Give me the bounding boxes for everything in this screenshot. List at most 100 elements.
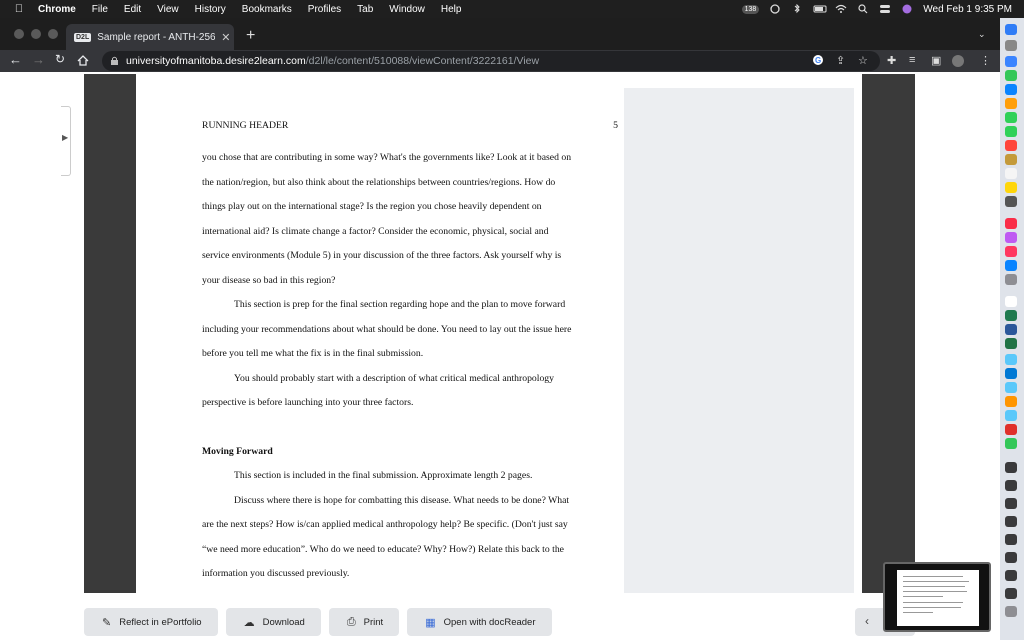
wifi-icon[interactable] — [835, 4, 847, 14]
macos-menu-bar:  Chrome File Edit View History Bookmark… — [0, 0, 1024, 18]
dock-app-icon[interactable] — [1005, 112, 1017, 123]
download-button[interactable]: ☁ Download — [225, 608, 321, 636]
reflect-eportfolio-button[interactable]: ✎ Reflect in ePortfolio — [84, 608, 218, 636]
dock-app-icon[interactable] — [1005, 274, 1017, 285]
dock-app-icon[interactable] — [1005, 168, 1017, 179]
google-icon[interactable]: G — [812, 54, 824, 69]
dock-app-icon[interactable] — [1005, 296, 1017, 307]
address-bar[interactable]: universityofmanitoba.desire2learn.com /d… — [102, 51, 880, 71]
forward-arrow-icon[interactable]: → — [32, 52, 45, 67]
dock-app-icon[interactable] — [1005, 182, 1017, 193]
kebab-menu-icon[interactable]: ⋮ — [980, 54, 991, 67]
menu-window[interactable]: Window — [389, 4, 425, 15]
nav-drawer-toggle[interactable]: ▶ — [61, 106, 71, 176]
dock-app-icon[interactable] — [1005, 218, 1017, 229]
siri-icon[interactable] — [901, 4, 913, 14]
paragraph-line: “we need more education”. Who do we need… — [202, 544, 564, 555]
dock-window-icon[interactable] — [1005, 570, 1017, 581]
dock-app-icon[interactable] — [1005, 140, 1017, 151]
dock-trash-icon[interactable] — [1005, 606, 1017, 617]
menu-history[interactable]: History — [195, 4, 226, 15]
side-panel-icon[interactable]: ▣ — [931, 54, 941, 67]
document-action-bar: ✎ Reflect in ePortfolio ☁ Download ⎙ Pri… — [84, 608, 552, 636]
notification-badge[interactable]: 138 — [741, 4, 760, 14]
paragraph-line: you chose that are contributing in some … — [202, 152, 572, 163]
creative-cloud-icon[interactable] — [769, 4, 781, 14]
paragraph-line: service environments (Module 5) in your … — [202, 250, 562, 261]
back-arrow-icon[interactable]: ← — [9, 52, 22, 67]
menu-view[interactable]: View — [157, 4, 179, 15]
menu-app-name[interactable]: Chrome — [38, 4, 76, 15]
home-icon[interactable] — [77, 54, 89, 69]
menu-clock[interactable]: Wed Feb 1 9:35 PM — [923, 4, 1012, 15]
menu-tab[interactable]: Tab — [357, 4, 373, 15]
dock-app-icon[interactable] — [1005, 40, 1017, 51]
dock-app-icon[interactable] — [1005, 246, 1017, 257]
dock-window-icon[interactable] — [1005, 588, 1017, 599]
dock-app-icon[interactable] — [1005, 354, 1017, 365]
spotlight-search-icon[interactable] — [857, 4, 869, 14]
dock-app-icon[interactable] — [1005, 232, 1017, 243]
dock-app-icon[interactable] — [1005, 56, 1017, 67]
window-thumbnail-preview[interactable] — [883, 562, 991, 632]
dock-finder-icon[interactable] — [1005, 24, 1017, 35]
tab-active[interactable]: D2L Sample report - ANTH-2560-D ✕ — [66, 24, 234, 50]
new-tab-button[interactable]: + — [246, 27, 255, 45]
menu-edit[interactable]: Edit — [124, 4, 141, 15]
minimize-window-button[interactable] — [31, 29, 41, 39]
profile-avatar-icon[interactable] — [951, 54, 965, 71]
dock-window-icon[interactable] — [1005, 462, 1017, 473]
battery-icon[interactable] — [813, 4, 827, 14]
paragraph-line: perspective is before launching into you… — [202, 397, 414, 408]
star-icon[interactable]: ☆ — [858, 54, 868, 67]
dock-window-icon[interactable] — [1005, 480, 1017, 491]
dock-app-icon[interactable] — [1005, 84, 1017, 95]
apple-icon[interactable]:  — [10, 3, 28, 15]
reading-list-icon[interactable]: ≡ — [909, 54, 915, 66]
dock-app-icon[interactable] — [1005, 438, 1017, 449]
tab-title: Sample report - ANTH-2560-D — [97, 31, 216, 43]
dock-app-icon[interactable] — [1005, 368, 1017, 379]
window-controls — [14, 29, 58, 39]
menu-help[interactable]: Help — [441, 4, 462, 15]
close-tab-icon[interactable]: ✕ — [221, 31, 230, 44]
running-header: RUNNING HEADER — [202, 120, 289, 131]
dock-app-icon[interactable] — [1005, 396, 1017, 407]
dock-app-icon[interactable] — [1005, 126, 1017, 137]
dock-app-icon[interactable] — [1005, 154, 1017, 165]
control-center-icon[interactable] — [879, 4, 891, 14]
puzzle-icon[interactable]: ✚ — [887, 54, 896, 67]
reload-icon[interactable]: ↻ — [55, 52, 65, 66]
url-host: universityofmanitoba.desire2learn.com — [126, 55, 306, 67]
dock-app-icon[interactable] — [1005, 98, 1017, 109]
dock-app-icon[interactable] — [1005, 70, 1017, 81]
dock-window-icon[interactable] — [1005, 534, 1017, 545]
dock-window-icon[interactable] — [1005, 516, 1017, 527]
menu-bookmarks[interactable]: Bookmarks — [242, 4, 292, 15]
dock-window-icon[interactable] — [1005, 498, 1017, 509]
dock-app-icon[interactable] — [1005, 260, 1017, 271]
dock-app-icon[interactable] — [1005, 324, 1017, 335]
dock-app-icon[interactable] — [1005, 310, 1017, 321]
open-docreader-button[interactable]: ▦ Open with docReader — [407, 608, 552, 636]
share-icon[interactable]: ⇪ — [836, 54, 845, 67]
dock-window-icon[interactable] — [1005, 552, 1017, 563]
dock-app-icon[interactable] — [1005, 338, 1017, 349]
bluetooth-icon[interactable] — [791, 3, 803, 14]
paragraph-line: including your recommendations about wha… — [202, 324, 572, 335]
dock-app-icon[interactable] — [1005, 382, 1017, 393]
lock-icon[interactable] — [110, 56, 120, 66]
paragraph-line: your disease so bad in this region? — [202, 275, 336, 286]
dock-app-icon[interactable] — [1005, 196, 1017, 207]
dock-app-icon[interactable] — [1005, 410, 1017, 421]
zoom-window-button[interactable] — [48, 29, 58, 39]
paragraph-line: the nation/region, but also think about … — [202, 177, 556, 188]
tab-search-chevron-icon[interactable]: ⌄ — [978, 29, 986, 40]
page-number: 5 — [613, 120, 618, 131]
caret-right-icon: ▶ — [62, 133, 69, 142]
menu-file[interactable]: File — [92, 4, 108, 15]
dock-app-icon[interactable] — [1005, 424, 1017, 435]
close-window-button[interactable] — [14, 29, 24, 39]
menu-profiles[interactable]: Profiles — [308, 4, 341, 15]
print-button[interactable]: ⎙ Print — [328, 608, 400, 636]
